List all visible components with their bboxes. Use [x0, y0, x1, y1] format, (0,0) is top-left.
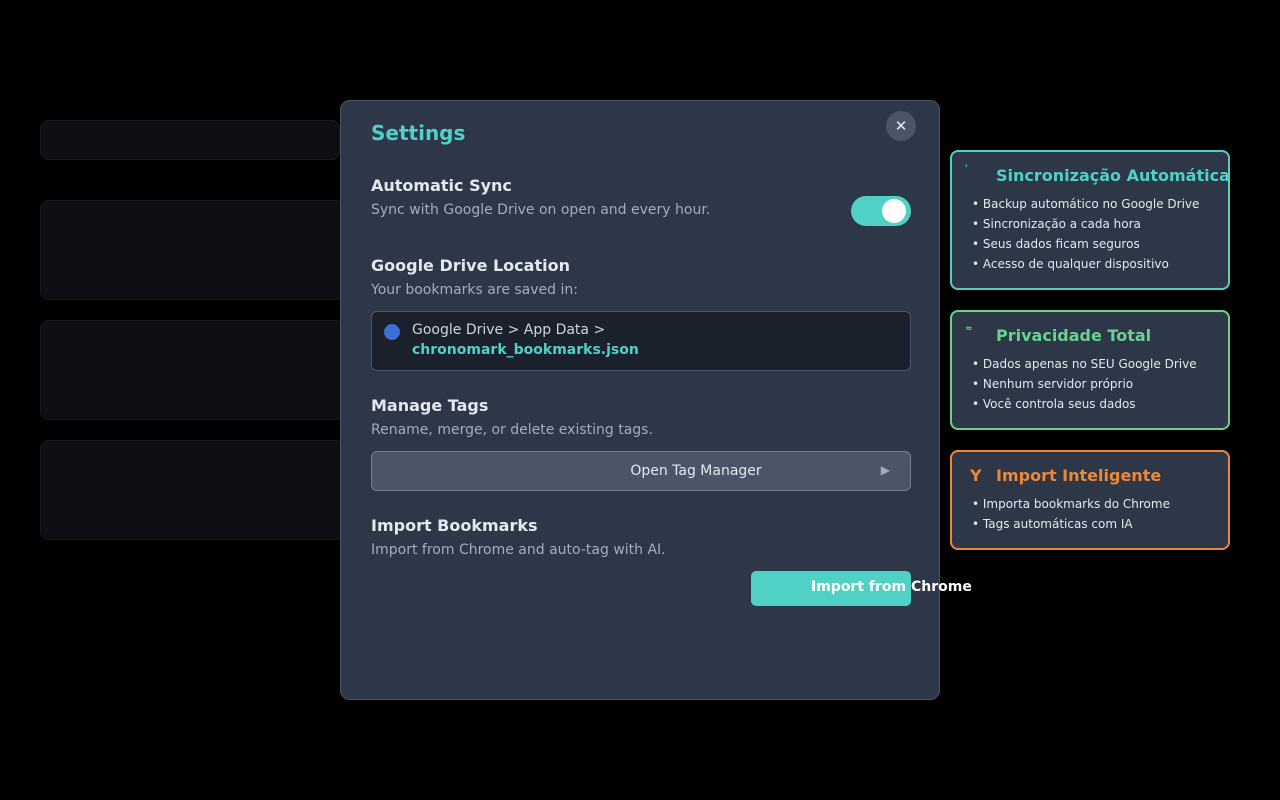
import-bookmarks-description: Import from Chrome and auto-tag with AI.	[371, 542, 666, 558]
import-from-chrome-button[interactable]: Import from Chrome	[751, 571, 972, 606]
manage-tags-title: Manage Tags	[371, 396, 489, 415]
import-from-chrome-label: Import from Chrome	[811, 579, 972, 595]
import-feature-icon: Y	[970, 466, 982, 485]
list-item: • Importa bookmarks do Chrome	[972, 497, 1170, 511]
list-item: • Dados apenas no SEU Google Drive	[972, 357, 1197, 371]
list-item: • Sincronização a cada hora	[972, 217, 1141, 231]
drive-file-name: chronomark_bookmarks.json	[412, 342, 639, 358]
feature-card-sync: ' Sincronização Automática • Backup auto…	[950, 150, 1230, 290]
feature-card-privacy: ≈ Privacidade Total • Dados apenas no SE…	[950, 310, 1230, 430]
list-item: • Acesso de qualquer dispositivo	[972, 257, 1169, 271]
modal-title: Settings	[371, 121, 466, 145]
google-drive-icon	[384, 324, 400, 340]
play-arrow-icon: ▶	[880, 463, 890, 477]
list-item: • Você controla seus dados	[972, 397, 1136, 411]
card-title: Import Inteligente	[996, 466, 1162, 485]
sync-title: Automatic Sync	[371, 176, 512, 195]
background-panel	[40, 120, 340, 160]
drive-location-title: Google Drive Location	[371, 256, 570, 275]
open-tag-manager-label: Open Tag Manager	[630, 463, 762, 479]
list-item: • Backup automático no Google Drive	[972, 197, 1200, 211]
sync-toggle[interactable]	[851, 196, 911, 226]
list-item: • Seus dados ficam seguros	[972, 237, 1140, 251]
toggle-knob	[882, 199, 906, 223]
card-title: Sincronização Automática	[996, 166, 1230, 185]
manage-tags-description: Rename, merge, or delete existing tags.	[371, 422, 653, 438]
card-title: Privacidade Total	[996, 326, 1152, 345]
drive-path-box: Google Drive > App Data > chronomark_boo…	[371, 311, 911, 371]
list-item: • Nenhum servidor próprio	[972, 377, 1134, 391]
list-item: • Tags automáticas com IA	[972, 517, 1133, 531]
privacy-feature-icon: ≈	[965, 324, 973, 334]
sync-feature-icon: '	[965, 164, 968, 174]
import-bookmarks-title: Import Bookmarks	[371, 516, 538, 535]
drive-location-description: Your bookmarks are saved in:	[371, 282, 578, 298]
settings-modal: Settings ✕ Automatic Sync Sync with Goog…	[340, 100, 972, 700]
sync-description: Sync with Google Drive on open and every…	[371, 202, 711, 218]
feature-card-import: Y Import Inteligente • Importa bookmarks…	[950, 450, 1230, 550]
close-button[interactable]: ✕	[886, 111, 916, 141]
open-tag-manager-button[interactable]: Open Tag Manager ▶	[371, 451, 911, 491]
drive-path: Google Drive > App Data >	[412, 322, 606, 338]
close-icon: ✕	[894, 117, 908, 135]
